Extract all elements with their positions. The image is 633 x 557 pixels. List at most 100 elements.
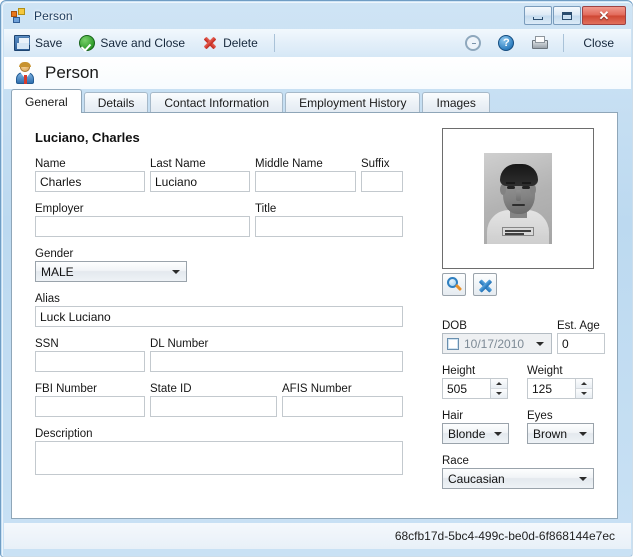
- magnifier-icon: [447, 277, 463, 293]
- maximize-button[interactable]: [553, 6, 581, 25]
- ssn-field: SSN: [35, 337, 145, 372]
- record-title: Luciano, Charles: [35, 130, 140, 145]
- race-select[interactable]: Caucasian: [442, 468, 594, 489]
- help-button[interactable]: ?: [491, 31, 521, 55]
- weight-label: Weight: [527, 365, 563, 377]
- weight-decrement-button[interactable]: [576, 388, 592, 398]
- height-increment-button[interactable]: [491, 379, 507, 389]
- photo-zoom-button[interactable]: [442, 273, 466, 296]
- weight-increment-button[interactable]: [576, 379, 592, 389]
- alias-label: Alias: [35, 293, 60, 305]
- column-divider: [429, 123, 430, 510]
- chevron-down-icon: [536, 342, 544, 346]
- eyes-select[interactable]: Brown: [527, 423, 594, 444]
- height-stepper[interactable]: 505: [442, 378, 508, 399]
- toolbar: Save Save and Close Delete ? Close: [4, 29, 631, 57]
- title-field: Title: [255, 202, 403, 237]
- save-button[interactable]: Save: [7, 31, 69, 55]
- height-decrement-button[interactable]: [491, 388, 507, 398]
- eyes-field: Eyes Brown: [527, 409, 594, 444]
- tab-general[interactable]: General: [11, 89, 82, 113]
- tab-strip: General Details Contact Information Empl…: [11, 89, 626, 113]
- gender-select[interactable]: MALE: [35, 261, 187, 282]
- description-input[interactable]: [35, 441, 403, 475]
- weight-stepper[interactable]: 125: [527, 378, 593, 399]
- close-toolbar-button-label: Close: [583, 36, 614, 50]
- save-button-label: Save: [35, 36, 63, 50]
- close-toolbar-button[interactable]: Close: [576, 31, 621, 55]
- tab-contact-information-label: Contact Information: [164, 96, 270, 110]
- tab-contact-information[interactable]: Contact Information: [150, 92, 284, 113]
- dl-number-label: DL Number: [150, 338, 209, 350]
- delete-button[interactable]: Delete: [195, 31, 265, 55]
- hair-field: Hair Blonde: [442, 409, 509, 444]
- help-question-icon: ?: [498, 35, 515, 51]
- person-icon: [14, 62, 36, 84]
- name-field: Name Charles: [35, 157, 145, 192]
- history-button[interactable]: [458, 31, 488, 55]
- general-tab-panel: Luciano, Charles Name Charles Last Name …: [11, 112, 618, 519]
- chevron-down-icon: [172, 270, 180, 274]
- tab-details[interactable]: Details: [83, 92, 149, 113]
- race-label: Race: [442, 455, 469, 467]
- name-input[interactable]: Charles: [35, 171, 145, 192]
- middle-name-input[interactable]: [255, 171, 356, 192]
- photo-remove-button[interactable]: [473, 273, 497, 296]
- name-label: Name: [35, 158, 66, 170]
- suffix-input[interactable]: [361, 171, 403, 192]
- dob-datepicker[interactable]: 10/17/2010: [442, 333, 552, 354]
- dob-checkbox[interactable]: [447, 337, 459, 350]
- person-window: Person ✕ Save Save and Close Delete ? Cl…: [0, 0, 633, 557]
- fbi-number-input[interactable]: [35, 396, 145, 417]
- hair-label: Hair: [442, 410, 464, 422]
- page-title: Person: [45, 63, 99, 82]
- tab-images[interactable]: Images: [422, 92, 490, 113]
- dob-label: DOB: [442, 320, 467, 332]
- gender-label: Gender: [35, 248, 74, 260]
- weight-stepper-buttons: [575, 379, 592, 398]
- state-id-input[interactable]: [150, 396, 277, 417]
- fbi-number-field: FBI Number: [35, 382, 145, 417]
- gender-select-value: MALE: [41, 264, 74, 279]
- est-age-input[interactable]: 0: [557, 333, 605, 354]
- title-label: Title: [255, 203, 277, 215]
- last-name-label: Last Name: [150, 158, 206, 170]
- dl-number-field: DL Number: [150, 337, 403, 372]
- photo-box: [442, 128, 594, 269]
- caret-up-icon: [581, 381, 587, 385]
- afis-number-input[interactable]: [282, 396, 403, 417]
- chevron-down-icon: [494, 432, 502, 436]
- alias-input[interactable]: Luck Luciano: [35, 306, 403, 327]
- close-button[interactable]: ✕: [582, 6, 626, 25]
- ssn-input[interactable]: [35, 351, 145, 372]
- eyes-select-value: Brown: [533, 426, 568, 441]
- green-check-icon: [79, 35, 96, 51]
- ssn-label: SSN: [35, 338, 59, 350]
- maximize-icon: [562, 11, 572, 20]
- window-controls: ✕: [524, 6, 626, 25]
- last-name-field: Last Name Luciano: [150, 157, 250, 192]
- fbi-number-label: FBI Number: [35, 383, 97, 395]
- afis-number-field: AFIS Number: [282, 382, 403, 417]
- title-input[interactable]: [255, 216, 403, 237]
- alias-field: Alias Luck Luciano: [35, 292, 403, 327]
- print-button[interactable]: [524, 31, 554, 55]
- hair-select[interactable]: Blonde: [442, 423, 509, 444]
- minimize-button[interactable]: [524, 6, 552, 25]
- dl-number-input[interactable]: [150, 351, 403, 372]
- description-label: Description: [35, 428, 93, 440]
- last-name-input[interactable]: Luciano: [150, 171, 250, 192]
- close-icon: ✕: [598, 8, 610, 23]
- dob-value: 10/17/2010: [464, 336, 525, 351]
- chevron-down-icon: [579, 432, 587, 436]
- tab-employment-history[interactable]: Employment History: [285, 92, 421, 113]
- employer-input[interactable]: [35, 216, 250, 237]
- suffix-field: Suffix: [361, 157, 403, 192]
- est-age-field: Est. Age 0: [557, 319, 605, 354]
- minimize-icon: [533, 16, 543, 20]
- dob-field: DOB 10/17/2010: [442, 319, 552, 354]
- suffix-label: Suffix: [361, 158, 390, 170]
- description-field: Description: [35, 427, 403, 475]
- save-and-close-button[interactable]: Save and Close: [72, 31, 192, 55]
- tab-employment-history-label: Employment History: [299, 96, 407, 110]
